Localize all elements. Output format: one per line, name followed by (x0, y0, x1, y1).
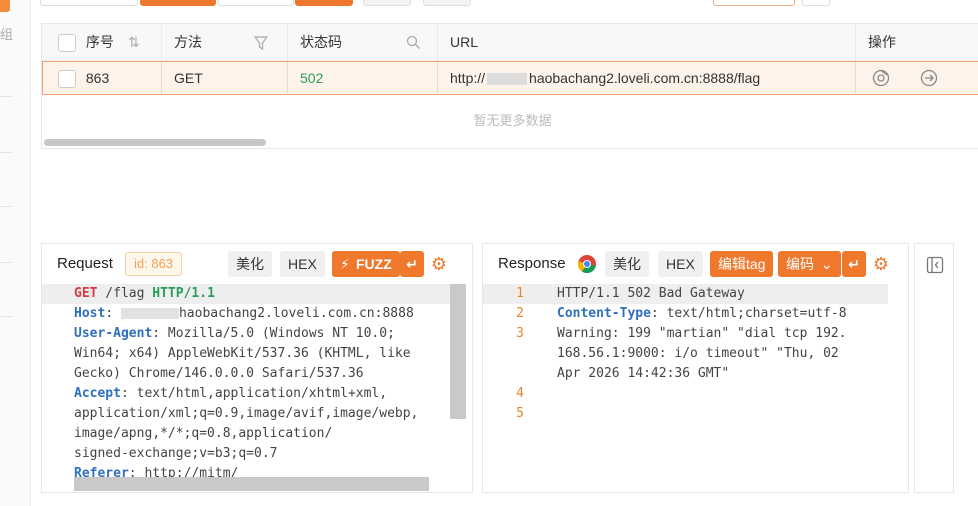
col-header-actions: 操作 (868, 34, 896, 50)
request-id-tag: id: 863 (125, 252, 183, 276)
toolbar-button[interactable] (713, 0, 795, 6)
code-line: GET /flag HTTP/1.1 (74, 286, 215, 301)
toolbar-input[interactable] (40, 0, 138, 6)
cell-status: 502 (288, 62, 438, 94)
line-number: 3 (516, 326, 524, 341)
search-icon[interactable] (406, 35, 421, 50)
table-header: 序号 ⇅ 方法 状态码 URL 操作 (42, 24, 978, 61)
cell-method: GET (162, 62, 288, 94)
empty-state-text: 暂无更多数据 (473, 113, 552, 128)
code-line: image/apng,*/*;q=0.8,application/ (74, 426, 333, 441)
edit-tag-button[interactable]: 编辑tag (710, 251, 774, 277)
wrap-toggle-button[interactable]: ↵ (842, 251, 866, 277)
side-panel-toolbar (914, 243, 954, 493)
left-sidebar-strip: 组 (0, 0, 31, 506)
beautify-button[interactable]: 美化 (228, 251, 272, 277)
divider (0, 152, 12, 153)
group-label: 组 (0, 27, 14, 42)
badge (0, 0, 10, 12)
horizontal-scrollbar[interactable] (44, 139, 266, 146)
lightning-icon: ⚡ (340, 256, 350, 272)
horizontal-scrollbar[interactable] (74, 477, 429, 491)
cell-url: http://haobachang2.loveli.com.cn:8888/fl… (438, 62, 856, 94)
toolbar-tab[interactable] (218, 0, 294, 6)
code-line: HTTP/1.1 502 Bad Gateway (557, 286, 745, 301)
code-line: User-Agent: Mozilla/5.0 (Windows NT 10.0… (74, 326, 395, 341)
divider (0, 262, 12, 263)
response-panel: Response 美化 HEX 编辑tag 编码 ⌄ ↵ ⚙ 1 2 3 4 5… (482, 243, 909, 493)
chevron-down-icon: ⌄ (820, 256, 833, 272)
encoding-dropdown[interactable]: 编码 ⌄ (778, 251, 841, 277)
redacted-block (120, 308, 179, 319)
line-number: 4 (516, 386, 524, 401)
code-line: Win64; x64) AppleWebKit/537.36 (KHTML, l… (74, 346, 411, 361)
toolbar-button[interactable] (423, 0, 471, 6)
col-header-method[interactable]: 方法 (162, 24, 288, 61)
code-line: application/xml;q=0.9,image/avif,image/w… (74, 406, 419, 421)
wrap-icon: ↵ (848, 256, 860, 272)
history-table: 序号 ⇅ 方法 状态码 URL 操作 863 GET 502 http://ha… (41, 23, 978, 149)
row-checkbox[interactable] (58, 70, 76, 89)
col-header-id[interactable]: 序号 ⇅ (42, 24, 162, 61)
divider (0, 96, 12, 97)
table-row[interactable]: 863 GET 502 http://haobachang2.loveli.co… (42, 61, 978, 95)
vertical-scrollbar[interactable] (450, 284, 466, 419)
hex-button[interactable]: HEX (280, 251, 325, 277)
code-line: Gecko) Chrome/146.0.0.0 Safari/537.36 (74, 366, 364, 381)
request-title: Request (57, 255, 113, 272)
cell-actions (856, 62, 978, 94)
collapse-panel-icon[interactable] (926, 256, 944, 274)
chrome-icon[interactable] (577, 254, 597, 274)
code-line: Content-Type: text/html;charset=utf-8 (557, 306, 847, 321)
code-line: signed-exchange;v=b3;q=0.7 (74, 446, 278, 461)
response-panel-header: Response 美化 HEX 编辑tag 编码 ⌄ ↵ ⚙ (483, 244, 908, 284)
request-panel: Request id: 863 美化 HEX ⚡ FUZZ ↵ ⚙ GET /f… (41, 243, 473, 493)
beautify-button[interactable]: 美化 (605, 251, 649, 277)
settings-gear-icon[interactable]: ⚙ (429, 254, 449, 274)
toolbar-icon-button[interactable] (802, 0, 830, 6)
toolbar-active-tab[interactable] (140, 0, 216, 6)
line-number: 1 (516, 286, 524, 301)
select-all-checkbox[interactable] (58, 34, 76, 53)
code-line: Warning: 199 "martian" "dial tcp 192. (557, 326, 847, 341)
col-header-url[interactable]: URL (438, 24, 856, 61)
code-line: Apr 2026 14:42:36 GMT" (557, 366, 730, 381)
divider (0, 316, 12, 317)
sort-icon[interactable]: ⇅ (128, 24, 140, 61)
wrap-icon: ↵ (406, 256, 418, 272)
toolbar-button[interactable] (295, 0, 353, 6)
code-line: Host: haobachang2.loveli.com.cn:8888 (74, 306, 414, 321)
goto-detail-icon[interactable] (920, 69, 938, 87)
response-title: Response (498, 255, 566, 272)
cell-id: 863 (43, 62, 162, 94)
code-line: Accept: text/html,application/xhtml+xml, (74, 386, 388, 401)
line-number: 2 (516, 306, 524, 321)
code-line: 168.56.1:9000: i/o timeout" "Thu, 02 (557, 346, 839, 361)
response-viewer[interactable]: 1 2 3 4 5 HTTP/1.1 502 Bad Gateway Conte… (483, 284, 908, 494)
open-browser-icon[interactable] (872, 69, 890, 87)
hex-button[interactable]: HEX (658, 251, 703, 277)
redacted-block (487, 73, 528, 86)
settings-gear-icon[interactable]: ⚙ (871, 254, 891, 274)
request-panel-header: Request id: 863 美化 HEX ⚡ FUZZ ↵ ⚙ (42, 244, 472, 284)
wrap-toggle-button[interactable]: ↵ (400, 251, 424, 277)
col-header-status[interactable]: 状态码 (288, 24, 438, 61)
toolbar-button[interactable] (363, 0, 411, 6)
line-number: 5 (516, 406, 524, 421)
request-editor[interactable]: GET /flag HTTP/1.1 Host: haobachang2.lov… (42, 284, 472, 494)
divider (0, 206, 12, 207)
filter-icon[interactable] (254, 36, 268, 50)
fuzz-button[interactable]: ⚡ FUZZ (332, 251, 400, 277)
top-toolbar (40, 0, 978, 8)
